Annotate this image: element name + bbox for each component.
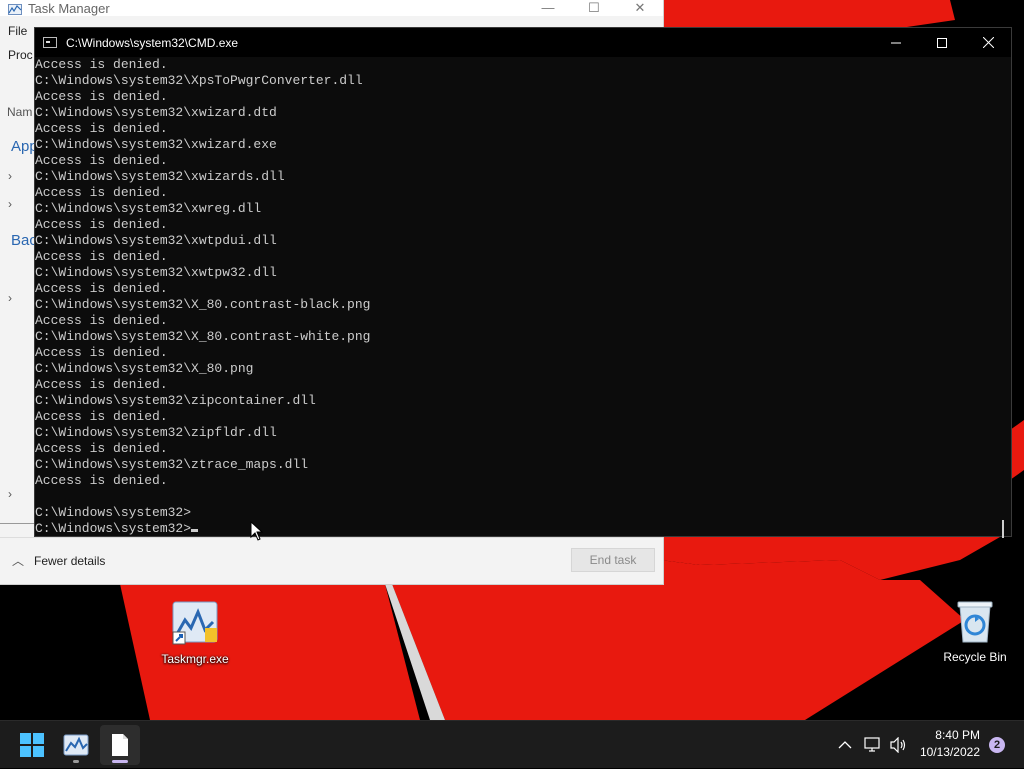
clock-date: 10/13/2022 bbox=[919, 745, 980, 759]
console-line: C:\Windows\system32\ztrace_maps.dll bbox=[35, 457, 309, 472]
task-manager-title: Task Manager bbox=[28, 0, 110, 16]
expand-chevron-icon[interactable]: › bbox=[8, 169, 12, 183]
windows-start-icon bbox=[20, 733, 44, 757]
console-line: C:\Windows\system32\xwreg.dll bbox=[35, 201, 262, 216]
console-line: Access is denied. bbox=[35, 409, 168, 424]
console-line: C:\Windows\system32\xwizard.exe bbox=[35, 137, 277, 152]
minimize-button[interactable]: — bbox=[525, 0, 571, 16]
console-line: Access is denied. bbox=[35, 377, 168, 392]
console-line: Access is denied. bbox=[35, 281, 168, 296]
running-indicator bbox=[73, 760, 79, 763]
close-button[interactable] bbox=[965, 28, 1011, 57]
console-prompt: C:\Windows\system32> bbox=[35, 521, 192, 536]
console-line: Access is denied. bbox=[35, 185, 168, 200]
console-line: C:\Windows\system32\XpsToPwgrConverter.d… bbox=[35, 73, 363, 88]
console-output[interactable]: Access is denied. C:\Windows\system32\Xp… bbox=[35, 57, 995, 536]
chevron-up-icon bbox=[838, 741, 852, 749]
network-status-button[interactable] bbox=[864, 721, 882, 769]
console-line: Access is denied. bbox=[35, 57, 168, 72]
taskbar-taskmgr-button[interactable] bbox=[56, 725, 96, 765]
cmd-titlebar[interactable]: C:\Windows\system32\CMD.exe bbox=[35, 28, 1011, 57]
console-line: C:\Windows\system32\xwtpdui.dll bbox=[35, 233, 277, 248]
chevron-up-icon: ︿ bbox=[12, 554, 25, 568]
expand-chevron-icon[interactable]: › bbox=[8, 197, 12, 211]
console-line: Access is denied. bbox=[35, 313, 168, 328]
console-line: C:\Windows\system32\zipfldr.dll bbox=[35, 425, 277, 440]
desktop-icon-label: Recycle Bin bbox=[943, 650, 1007, 664]
minimize-button[interactable] bbox=[873, 28, 919, 57]
console-line: C:\Windows\system32\zipcontainer.dll bbox=[35, 393, 316, 408]
console-line: Access is denied. bbox=[35, 473, 168, 488]
desktop-icon-recycle-bin[interactable]: Recycle Bin bbox=[930, 598, 1020, 664]
volume-button[interactable] bbox=[890, 721, 908, 769]
console-line: Access is denied. bbox=[35, 441, 168, 456]
console-line: C:\Windows\system32\X_80.contrast-black.… bbox=[35, 297, 371, 312]
close-button[interactable]: ✕ bbox=[617, 0, 663, 16]
console-line: Access is denied. bbox=[35, 345, 168, 360]
console-line: C:\Windows\system32\X_80.png bbox=[35, 361, 254, 376]
task-manager-footer: ︿ Fewer details End task bbox=[0, 537, 663, 584]
task-manager-icon bbox=[8, 3, 22, 15]
cmd-window-title: C:\Windows\system32\CMD.exe bbox=[66, 35, 239, 50]
console-line: C:\Windows\system32\xwizard.dtd bbox=[35, 105, 277, 120]
maximize-button[interactable] bbox=[919, 28, 965, 57]
group-background-heading: Bac bbox=[11, 232, 37, 249]
console-line: C:\Windows\system32> bbox=[35, 505, 192, 520]
taskmgr-shortcut-icon bbox=[171, 600, 219, 648]
taskbar: 8:40 PM 10/13/2022 2 bbox=[0, 720, 1024, 768]
scrollbar-thumb[interactable] bbox=[1002, 520, 1004, 538]
end-task-button[interactable]: End task bbox=[571, 548, 655, 572]
desktop-icon-label: Taskmgr.exe bbox=[161, 652, 229, 666]
console-line: C:\Windows\system32\X_80.contrast-white.… bbox=[35, 329, 371, 344]
console-line: Access is denied. bbox=[35, 217, 168, 232]
task-manager-titlebar[interactable]: Task Manager — ☐ ✕ bbox=[0, 0, 663, 16]
console-input-line[interactable]: C:\Windows\system32> bbox=[35, 521, 995, 536]
maximize-icon bbox=[937, 37, 947, 48]
minimize-icon bbox=[891, 42, 901, 43]
fewer-details-button[interactable]: ︿ Fewer details bbox=[12, 552, 105, 569]
console-line: Access is denied. bbox=[35, 249, 168, 264]
show-hidden-icons-button[interactable] bbox=[838, 721, 852, 769]
speaker-icon bbox=[890, 737, 906, 753]
column-header-name[interactable]: Nam bbox=[7, 105, 32, 119]
tab-processes[interactable]: Proc bbox=[8, 48, 33, 62]
console-line: C:\Windows\system32\xwtpw32.dll bbox=[35, 265, 277, 280]
console-line: Access is denied. bbox=[35, 153, 168, 168]
taskbar-cmd-button[interactable] bbox=[100, 725, 140, 765]
console-line: Access is denied. bbox=[35, 89, 168, 104]
network-icon bbox=[864, 737, 880, 752]
console-icon bbox=[43, 37, 57, 48]
desktop-icon-taskmgr[interactable]: Taskmgr.exe bbox=[150, 600, 240, 666]
cmd-window[interactable]: C:\Windows\system32\CMD.exe Access is de… bbox=[34, 27, 1012, 538]
taskmgr-icon bbox=[63, 734, 89, 756]
active-indicator bbox=[112, 760, 128, 763]
scroll-divider bbox=[0, 523, 34, 524]
recycle-bin-icon bbox=[951, 598, 999, 646]
maximize-button[interactable]: ☐ bbox=[571, 0, 617, 16]
fewer-details-label: Fewer details bbox=[34, 553, 106, 568]
mouse-pointer-icon bbox=[250, 521, 264, 541]
close-icon bbox=[982, 37, 994, 48]
clock-time: 8:40 PM bbox=[935, 728, 980, 742]
console-line: C:\Windows\system32\xwizards.dll bbox=[35, 169, 285, 184]
notification-badge[interactable]: 2 bbox=[989, 737, 1005, 753]
start-button[interactable] bbox=[12, 725, 52, 765]
text-cursor bbox=[191, 529, 199, 532]
cmd-scrollbar[interactable] bbox=[994, 57, 1011, 538]
expand-chevron-icon[interactable]: › bbox=[8, 487, 12, 501]
console-line: Access is denied. bbox=[35, 121, 168, 136]
cmd-file-icon bbox=[112, 734, 128, 756]
menu-file[interactable]: File bbox=[8, 24, 27, 38]
clock-button[interactable]: 8:40 PM 10/13/2022 bbox=[920, 727, 980, 761]
expand-chevron-icon[interactable]: › bbox=[8, 291, 12, 305]
